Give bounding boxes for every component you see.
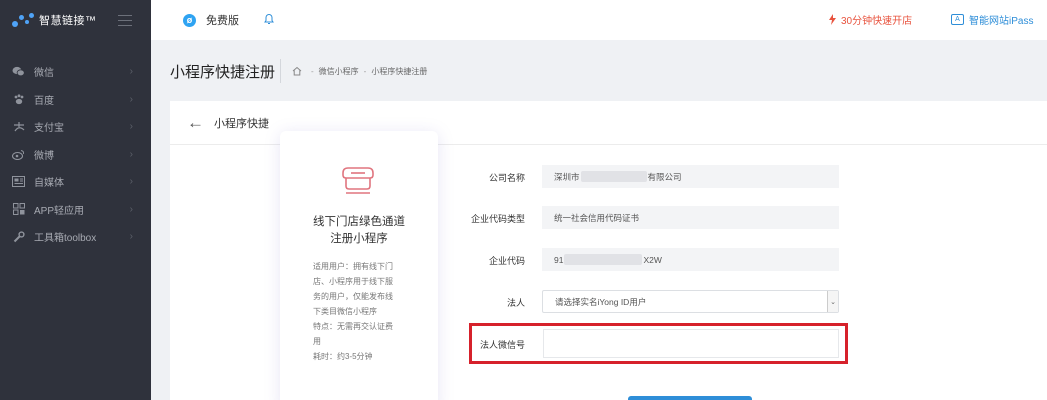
grid-icon — [12, 203, 25, 216]
bell-icon[interactable] — [263, 12, 275, 30]
logo-icon — [12, 12, 34, 28]
company-suffix: 有限公司 — [647, 171, 682, 182]
card-desc-line: 用 — [313, 337, 321, 346]
sidebar-nav: 微信 › 百度 › 支付宝 › 微博 › 自媒体 › APP轻应用 › 工具箱t… — [0, 58, 151, 251]
lightning-icon — [829, 14, 836, 25]
sidebar-item-alipay[interactable]: 支付宝 › — [0, 113, 151, 141]
breadcrumb-item-miniprogram[interactable]: 微信小程序 — [319, 66, 359, 77]
legal-wechat-label: 法人微信号 — [479, 340, 525, 350]
quick-shop-link[interactable]: 30分钟快速开店 — [828, 12, 912, 27]
legal-select-value: 请选择实名iYong ID用户 — [555, 296, 647, 307]
quick-shop-label: 30分钟快速开店 — [841, 16, 913, 27]
card-desc-line: 务的用户，仅能发布线 — [313, 292, 393, 301]
chevron-right-icon: › — [129, 66, 133, 78]
page-title: 小程序快捷注册 — [170, 64, 276, 81]
card-description: 适用用户：拥有线下门 店、小程序用于线下服 务的用户，仅能发布线 下类目微信小程… — [313, 259, 408, 364]
sidebar-item-label: 微信 — [34, 68, 54, 80]
wrench-icon — [12, 231, 25, 242]
ipass-label: 智能网站iPass — [969, 16, 1034, 27]
topbar: ø 免费版 30分钟快速开店 A 智能网站iPass — [151, 0, 1047, 40]
breadcrumb: - 微信小程序 - 小程序快捷注册 — [280, 59, 427, 83]
chevron-down-icon[interactable]: ⌄ — [827, 291, 838, 312]
ipass-link[interactable]: A 智能网站iPass — [951, 12, 1033, 27]
redacted-mask — [580, 171, 647, 182]
weibo-icon — [12, 149, 25, 160]
company-field[interactable]: 深圳市 有限公司 — [542, 165, 839, 188]
code-type-field[interactable]: 统一社会信用代码证书 — [542, 206, 839, 229]
card-title-line2: 注册小程序 — [330, 233, 388, 245]
sidebar-item-weibo[interactable]: 微博 › — [0, 141, 151, 169]
chevron-right-icon: › — [129, 203, 133, 215]
code-type-value: 统一社会信用代码证书 — [554, 212, 640, 223]
code-field[interactable]: 91 X2W — [542, 248, 839, 271]
submit-button[interactable] — [628, 396, 752, 400]
company-prefix: 深圳市 — [554, 171, 580, 182]
breadcrumb-item-current: 小程序快捷注册 — [371, 66, 428, 76]
back-arrow-icon[interactable]: ← — [187, 114, 204, 131]
legal-select[interactable]: 请选择实名iYong ID用户 ⌄ — [542, 290, 839, 313]
redacted-mask — [564, 254, 643, 265]
code-label: 企业代码 — [488, 256, 525, 266]
card-desc-line: 特点：无需再交认证费 — [313, 322, 393, 331]
card-title: 线下门店绿色通道 注册小程序 — [280, 214, 438, 248]
code-suffix: X2W — [643, 254, 662, 265]
sidebar: 智慧链接™ 微信 › 百度 › 支付宝 › 微博 › 自媒体 › APP轻应用 … — [0, 0, 151, 400]
breadcrumb-separator: - — [363, 66, 367, 76]
company-label: 公司名称 — [488, 173, 525, 183]
sidebar-item-label: APP轻应用 — [34, 205, 85, 217]
home-icon[interactable] — [292, 66, 302, 76]
ipass-icon: A — [951, 14, 964, 25]
sidebar-item-wechat[interactable]: 微信 › — [0, 58, 151, 86]
legal-row: 法人 — [470, 291, 525, 314]
sidebar-item-label: 百度 — [34, 95, 54, 107]
sidebar-item-toolbox[interactable]: 工具箱toolbox › — [0, 223, 151, 251]
sidebar-item-label: 自媒体 — [34, 178, 64, 190]
offline-store-card[interactable]: 线下门店绿色通道 注册小程序 适用用户：拥有线下门 店、小程序用于线下服 务的用… — [280, 131, 438, 400]
card-desc-line: 下类目微信小程序 — [313, 307, 377, 316]
media-icon — [12, 176, 25, 188]
card-title-line1: 线下门店绿色通道 — [313, 216, 405, 228]
sidebar-item-label: 支付宝 — [34, 123, 64, 135]
chevron-right-icon: › — [129, 121, 133, 133]
legal-label: 法人 — [506, 298, 525, 308]
chevron-right-icon: › — [129, 231, 133, 243]
version-icon: ø — [183, 13, 196, 27]
card-desc-line: 店、小程序用于线下服 — [313, 277, 393, 286]
sidebar-item-media[interactable]: 自媒体 › — [0, 168, 151, 196]
panel-title: 小程序快捷 — [214, 117, 269, 130]
legal-wechat-input[interactable] — [543, 329, 839, 358]
alipay-icon — [12, 121, 25, 132]
company-row: 公司名称 — [470, 166, 525, 189]
code-prefix: 91 — [554, 254, 564, 265]
chevron-right-icon: › — [129, 93, 133, 105]
sidebar-item-baidu[interactable]: 百度 › — [0, 86, 151, 114]
sidebar-item-label: 工具箱toolbox — [34, 233, 97, 245]
breadcrumb-separator: - — [311, 66, 314, 76]
version-label: 免费版 — [206, 15, 239, 27]
code-type-label: 企业代码类型 — [470, 214, 525, 224]
chevron-right-icon: › — [129, 148, 133, 160]
sidebar-item-app[interactable]: APP轻应用 › — [0, 196, 151, 224]
card-desc-line: 适用用户：拥有线下门 — [313, 262, 393, 271]
brand-name: 智慧链接™ — [39, 15, 97, 27]
storefront-icon — [338, 164, 378, 199]
menu-toggle-icon[interactable] — [118, 15, 132, 30]
legal-wechat-row: 法人微信号 — [470, 333, 525, 356]
code-row: 企业代码 — [470, 249, 525, 272]
version-switch[interactable]: ø 免费版 — [183, 12, 239, 28]
chevron-right-icon: › — [129, 176, 133, 188]
wechat-icon — [12, 66, 25, 77]
card-desc-line: 耗时：约3-5分钟 — [313, 352, 373, 361]
code-type-row: 企业代码类型 — [470, 207, 525, 230]
sidebar-item-label: 微博 — [34, 150, 54, 162]
paw-icon — [12, 94, 25, 105]
